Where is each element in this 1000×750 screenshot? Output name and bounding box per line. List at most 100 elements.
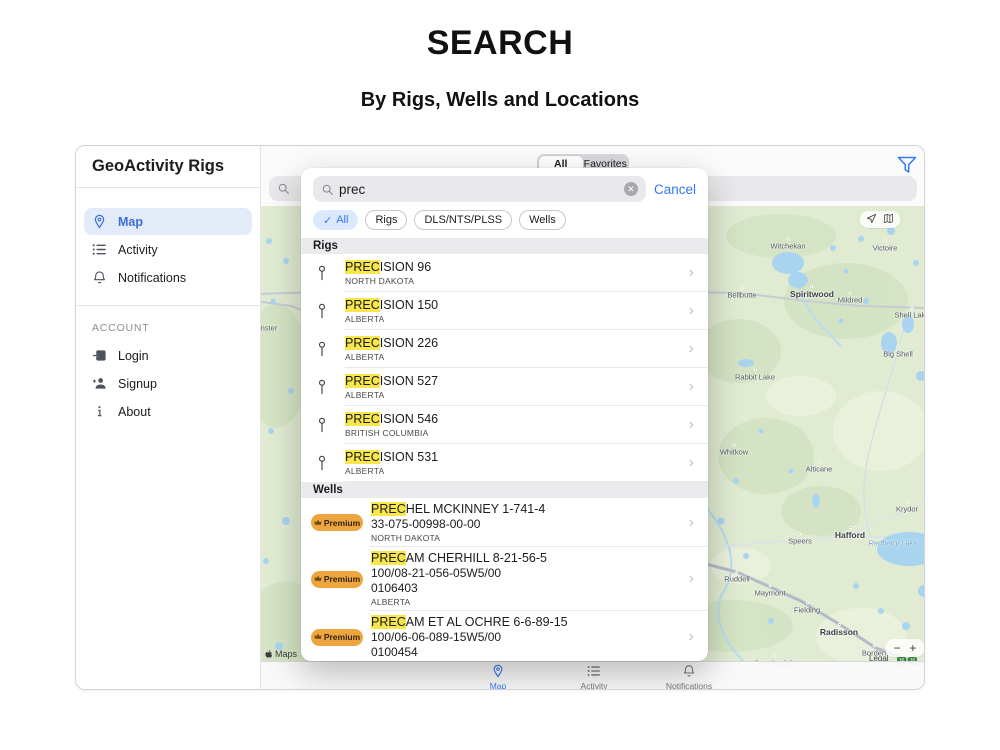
result-main: PRECISION 150 ALBERTA <box>345 294 685 328</box>
cancel-button[interactable]: Cancel <box>654 182 696 197</box>
chip-label: All <box>336 214 349 226</box>
premium-badge-label: Premium <box>323 517 361 528</box>
section-header-wells: Wells <box>301 482 708 498</box>
sidebar-item-activity[interactable]: Activity <box>84 236 252 263</box>
zoom-out-button[interactable]: − <box>894 641 901 655</box>
result-title: PRECISION 527 <box>345 374 685 388</box>
chevron-right-icon: › <box>688 454 694 471</box>
crown-icon <box>314 632 322 642</box>
sidebar-item-about[interactable]: About <box>84 398 252 425</box>
map-pin-icon <box>92 214 118 229</box>
locate-arrow-icon[interactable] <box>866 211 877 229</box>
zoom-in-button[interactable]: + <box>909 641 916 655</box>
chevron-right-icon: › <box>688 628 694 645</box>
sidebar-item-map[interactable]: Map <box>84 208 252 235</box>
tab-map[interactable]: Map <box>463 664 533 689</box>
result-title: PRECISION 96 <box>345 260 685 274</box>
filter-chip-rigs[interactable]: Rigs <box>365 210 408 230</box>
apple-logo-icon <box>265 649 273 658</box>
sidebar-item-login[interactable]: Login <box>84 342 252 369</box>
result-title: PRECAM ET AL OCHRE 6-6-89-15 <box>371 615 685 629</box>
chevron-right-icon: › <box>688 264 694 281</box>
app-window: nster Witchekan Victoire Bellbutte Spiritwoo… <box>75 145 925 690</box>
filter-chip-wells[interactable]: Wells <box>519 210 566 230</box>
rig-pin-icon <box>317 303 345 320</box>
result-row[interactable]: PRECISION 527 ALBERTA › <box>301 368 708 406</box>
result-subtitle: ALBERTA <box>345 314 385 324</box>
result-line: 100/08-21-056-05W5/00 <box>371 566 502 580</box>
sidebar-item-label: About <box>118 404 151 419</box>
result-subtitle: ALBERTA <box>345 466 385 476</box>
result-main: PRECISION 546 BRITISH COLUMBIA <box>345 408 685 442</box>
result-row[interactable]: PRECISION 96 NORTH DAKOTA › <box>301 254 708 292</box>
sidebar-item-label: Activity <box>118 242 158 257</box>
result-title: PRECISION 531 <box>345 450 685 464</box>
filter-funnel-icon[interactable] <box>896 155 918 175</box>
result-main: PRECISION 531 ALBERTA <box>345 446 685 480</box>
account-section-label: ACCOUNT <box>92 322 150 334</box>
result-row[interactable]: Premium PRECAM CHERHILL 8-21-56-5 100/08-2… <box>301 547 708 611</box>
sidebar-item-label: Map <box>118 214 143 229</box>
result-row[interactable]: PRECISION 546 BRITISH COLUMBIA › <box>301 406 708 444</box>
tab-notifications[interactable]: Notifications <box>654 664 724 690</box>
sidebar-nav: Map Activity Notifications <box>76 188 260 291</box>
result-subtitle: ALBERTA <box>371 597 411 607</box>
maps-attribution: Maps <box>265 649 297 659</box>
premium-badge-label: Premium <box>323 574 361 584</box>
search-match-highlight: PREC <box>345 374 380 388</box>
chevron-right-icon: › <box>688 570 694 587</box>
search-input[interactable]: prec ✕ <box>313 176 646 202</box>
result-title-rest: ISION 150 <box>379 298 439 312</box>
zoom-control[interactable]: − + <box>885 639 924 657</box>
result-row[interactable]: PRECISION 226 ALBERTA › <box>301 330 708 368</box>
chevron-right-icon: › <box>688 302 694 319</box>
result-line: 0106403 <box>371 581 418 595</box>
premium-badge-label: Premium <box>323 632 361 642</box>
rig-pin-icon <box>317 455 345 472</box>
result-row[interactable]: Premium PRECHEL MCKINNEY 1-741-4 33-075-00… <box>301 498 708 547</box>
rig-pin-icon <box>317 417 345 434</box>
result-subtitle: NORTH DAKOTA <box>371 533 441 543</box>
result-title: PRECHEL MCKINNEY 1-741-4 <box>371 502 685 516</box>
result-row[interactable]: PRECISION 150 ALBERTA › <box>301 292 708 330</box>
result-row[interactable]: Premium PRECAM ET AL OCHRE 6-6-89-15 100/0… <box>301 611 708 661</box>
chip-label: DLS/NTS/PLSS <box>424 214 503 226</box>
result-main: PRECISION 527 ALBERTA <box>345 370 685 404</box>
search-icon <box>278 183 289 194</box>
sidebar-item-label: Login <box>118 348 149 363</box>
check-icon: ✓ <box>323 214 333 227</box>
map-pane: nster Witchekan Victoire Bellbutte Spiritwoo… <box>261 146 924 689</box>
search-match-highlight: PREC <box>345 412 380 426</box>
rig-pin-icon <box>317 341 345 358</box>
map-mode-icon[interactable] <box>883 211 894 229</box>
clear-search-icon[interactable]: ✕ <box>623 182 638 196</box>
result-subtitle: ALBERTA <box>345 390 385 400</box>
result-subtitle: NORTH DAKOTA <box>345 276 415 286</box>
results-list: Rigs PRECISION 96 NORTH DAKOTA › PRECISION 1… <box>301 238 708 661</box>
info-icon <box>92 404 118 419</box>
result-subtitle: ALBERTA <box>345 352 385 362</box>
search-query-text[interactable]: prec <box>339 182 619 197</box>
sidebar-item-signup[interactable]: Signup <box>84 370 252 397</box>
filter-chip-dls-nts-plss[interactable]: DLS/NTS/PLSS <box>414 210 513 230</box>
filter-chips: ✓ All Rigs DLS/NTS/PLSS Wells <box>301 208 708 238</box>
result-main: PRECISION 96 NORTH DAKOTA <box>345 256 685 290</box>
sidebar: GeoActivity Rigs Map Activity Notification… <box>76 146 261 689</box>
crown-icon <box>314 574 322 584</box>
chip-label: Rigs <box>375 214 398 226</box>
result-line: 0100454 <box>371 645 418 659</box>
chevron-right-icon: › <box>688 513 694 531</box>
bottom-tab-bar: Map Activity Notifications <box>261 661 924 689</box>
result-title-rest: AM CHERHILL 8-21-56-5 <box>405 551 547 565</box>
search-icon <box>321 183 334 196</box>
result-main: PRECHEL MCKINNEY 1-741-4 33-075-00998-00-… <box>371 498 685 547</box>
map-controls[interactable] <box>860 211 900 228</box>
tab-activity[interactable]: Activity <box>559 664 629 689</box>
result-row[interactable]: PRECISION 531 ALBERTA › <box>301 444 708 482</box>
result-subtitle: BRITISH COLUMBIA <box>345 428 429 438</box>
result-main: PRECAM CHERHILL 8-21-56-5 100/08-21-056-0… <box>371 547 685 611</box>
sidebar-item-notifications[interactable]: Notifications <box>84 264 252 291</box>
tab-label: Notifications <box>665 681 713 690</box>
activity-list-icon <box>587 664 601 681</box>
filter-chip-all[interactable]: ✓ All <box>313 210 359 230</box>
